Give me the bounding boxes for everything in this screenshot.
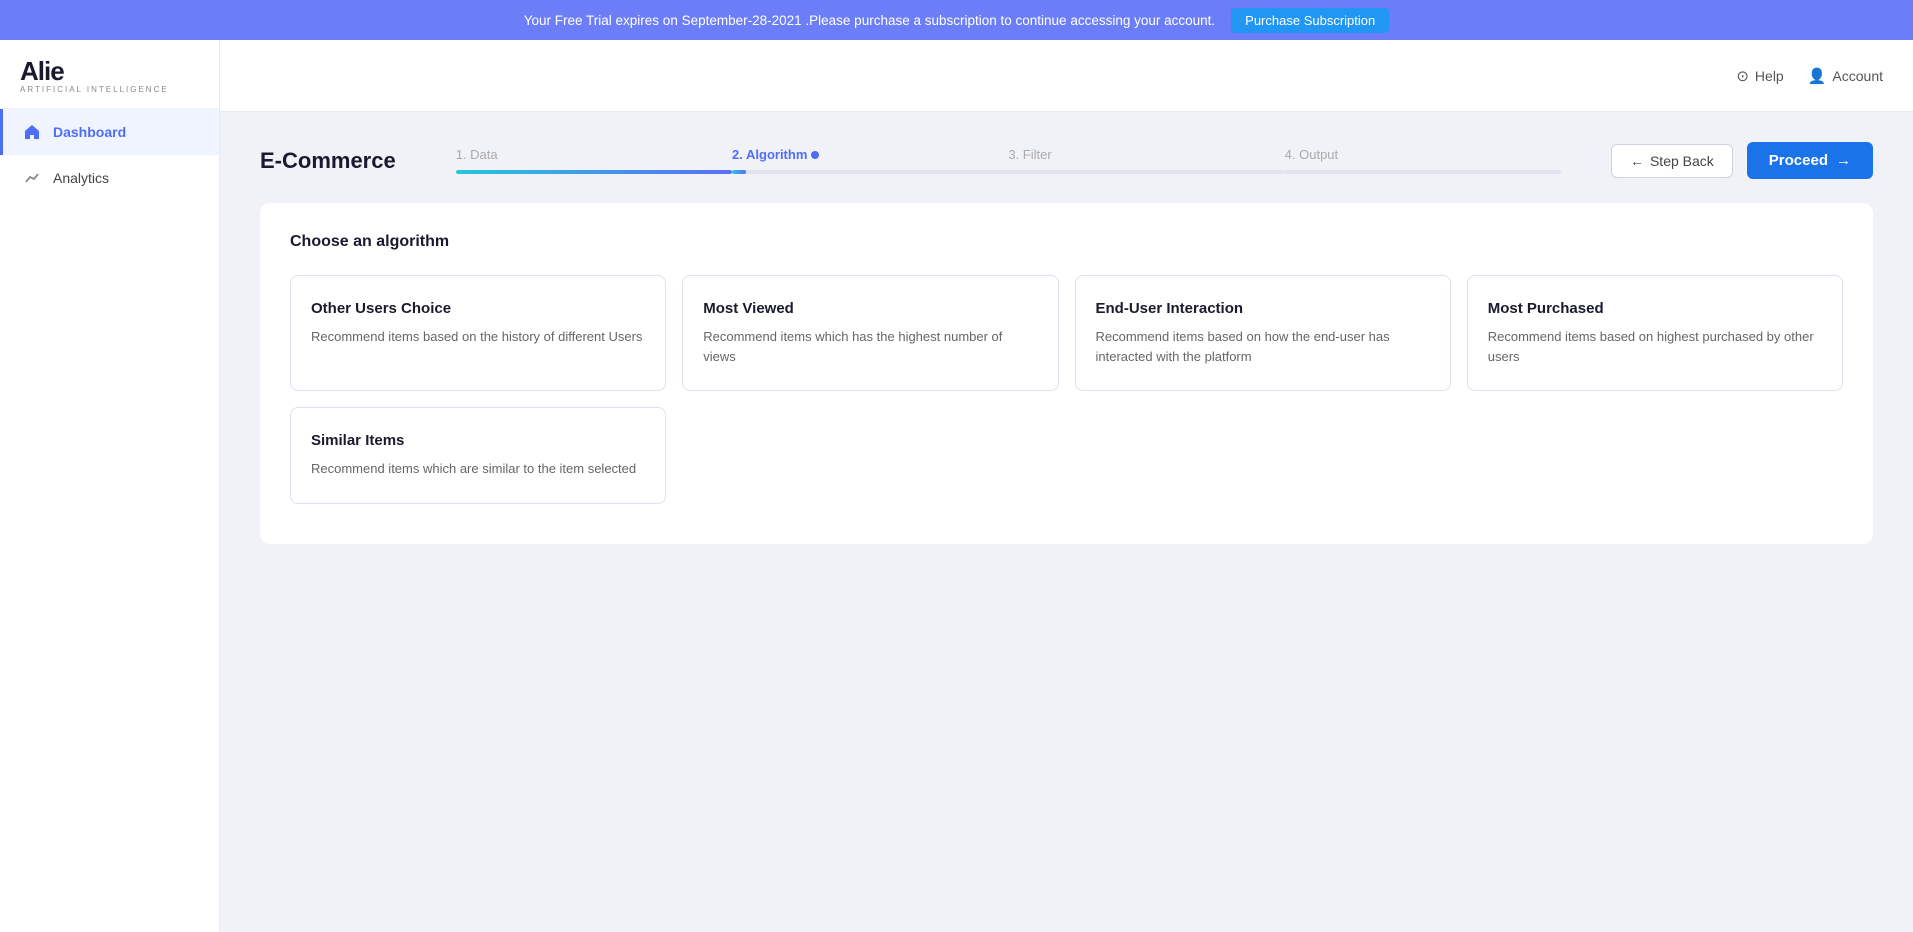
algo-card-most-viewed-desc: Recommend items which has the highest nu… — [703, 327, 1037, 366]
page-title: E-Commerce — [260, 148, 396, 174]
step-data-label: 1. Data — [456, 147, 498, 162]
sidebar-dashboard-label: Dashboard — [53, 124, 126, 140]
step-filter-label: 3. Filter — [1008, 147, 1051, 162]
step-output-label: 4. Output — [1285, 147, 1338, 162]
help-label: Help — [1755, 68, 1784, 84]
main-content: ⊙ Help 👤 Account E-Commerce 1. Data — [220, 40, 1913, 932]
step-algorithm-fill — [732, 170, 746, 174]
arrow-right-icon: → — [1836, 152, 1851, 169]
step-filter: 3. Filter — [1008, 147, 1284, 174]
algo-card-other-users-choice[interactable]: Other Users Choice Recommend items based… — [290, 275, 666, 391]
sidebar-item-dashboard[interactable]: Dashboard — [0, 109, 219, 155]
chart-icon — [23, 169, 41, 187]
algorithm-grid-row2: Similar Items Recommend items which are … — [290, 407, 1843, 504]
algo-card-end-user-interaction[interactable]: End-User Interaction Recommend items bas… — [1075, 275, 1451, 391]
purchase-subscription-button[interactable]: Purchase Subscription — [1231, 8, 1389, 33]
trial-banner: Your Free Trial expires on September-28-… — [0, 0, 1913, 40]
account-icon: 👤 — [1808, 67, 1827, 85]
header-bar: ⊙ Help 👤 Account — [220, 40, 1913, 112]
algo-card-end-user-interaction-desc: Recommend items based on how the end-use… — [1096, 327, 1430, 366]
account-label: Account — [1832, 68, 1883, 84]
help-icon: ⊙ — [1736, 67, 1749, 85]
page-header-actions: ← Step Back Proceed → — [1611, 142, 1873, 179]
algo-card-most-purchased[interactable]: Most Purchased Recommend items based on … — [1467, 275, 1843, 391]
stepper: 1. Data 2. Algorithm — [456, 147, 1561, 174]
step-output: 4. Output — [1285, 147, 1561, 174]
choose-algorithm-title: Choose an algorithm — [290, 233, 1843, 251]
step-algorithm-label: 2. Algorithm — [732, 147, 819, 162]
step-output-bar — [1285, 170, 1561, 174]
algo-card-most-purchased-title: Most Purchased — [1488, 300, 1822, 317]
algo-card-most-purchased-desc: Recommend items based on highest purchas… — [1488, 327, 1822, 366]
algo-card-other-users-choice-desc: Recommend items based on the history of … — [311, 327, 645, 347]
algo-card-similar-items[interactable]: Similar Items Recommend items which are … — [290, 407, 666, 504]
algo-card-end-user-interaction-title: End-User Interaction — [1096, 300, 1430, 317]
help-link[interactable]: ⊙ Help — [1736, 67, 1783, 85]
algo-card-most-viewed-title: Most Viewed — [703, 300, 1037, 317]
algorithm-card-area: Choose an algorithm Other Users Choice R… — [260, 203, 1873, 544]
sidebar-analytics-label: Analytics — [53, 170, 109, 186]
step-data-bar — [456, 170, 732, 174]
page-header: E-Commerce 1. Data 2. Algorithm — [260, 142, 1873, 179]
algo-card-similar-items-title: Similar Items — [311, 432, 645, 449]
content-area: E-Commerce 1. Data 2. Algorithm — [220, 112, 1913, 932]
step-back-button[interactable]: ← Step Back — [1611, 144, 1733, 178]
sidebar-item-analytics[interactable]: Analytics — [0, 155, 219, 201]
step-data: 1. Data — [456, 147, 732, 174]
logo-area: Alie ARTIFICIAL INTELLIGENCE — [0, 40, 219, 109]
proceed-button[interactable]: Proceed → — [1747, 142, 1873, 179]
home-icon — [23, 123, 41, 141]
algo-card-most-viewed[interactable]: Most Viewed Recommend items which has th… — [682, 275, 1058, 391]
algorithm-grid-row1: Other Users Choice Recommend items based… — [290, 275, 1843, 391]
sidebar: Alie ARTIFICIAL INTELLIGENCE Dashboard A… — [0, 40, 220, 932]
step-algorithm-bar — [732, 170, 1008, 174]
account-link[interactable]: 👤 Account — [1808, 67, 1883, 85]
step-data-fill — [456, 170, 732, 174]
step-algorithm-dot — [811, 151, 819, 159]
step-filter-bar — [1008, 170, 1284, 174]
logo-sub: ARTIFICIAL INTELLIGENCE — [20, 85, 199, 94]
logo-name: Alie — [20, 58, 199, 84]
banner-message: Your Free Trial expires on September-28-… — [524, 13, 1215, 28]
arrow-left-icon: ← — [1630, 153, 1644, 169]
step-algorithm: 2. Algorithm — [732, 147, 1008, 174]
algo-card-other-users-choice-title: Other Users Choice — [311, 300, 645, 317]
algo-card-similar-items-desc: Recommend items which are similar to the… — [311, 459, 645, 479]
